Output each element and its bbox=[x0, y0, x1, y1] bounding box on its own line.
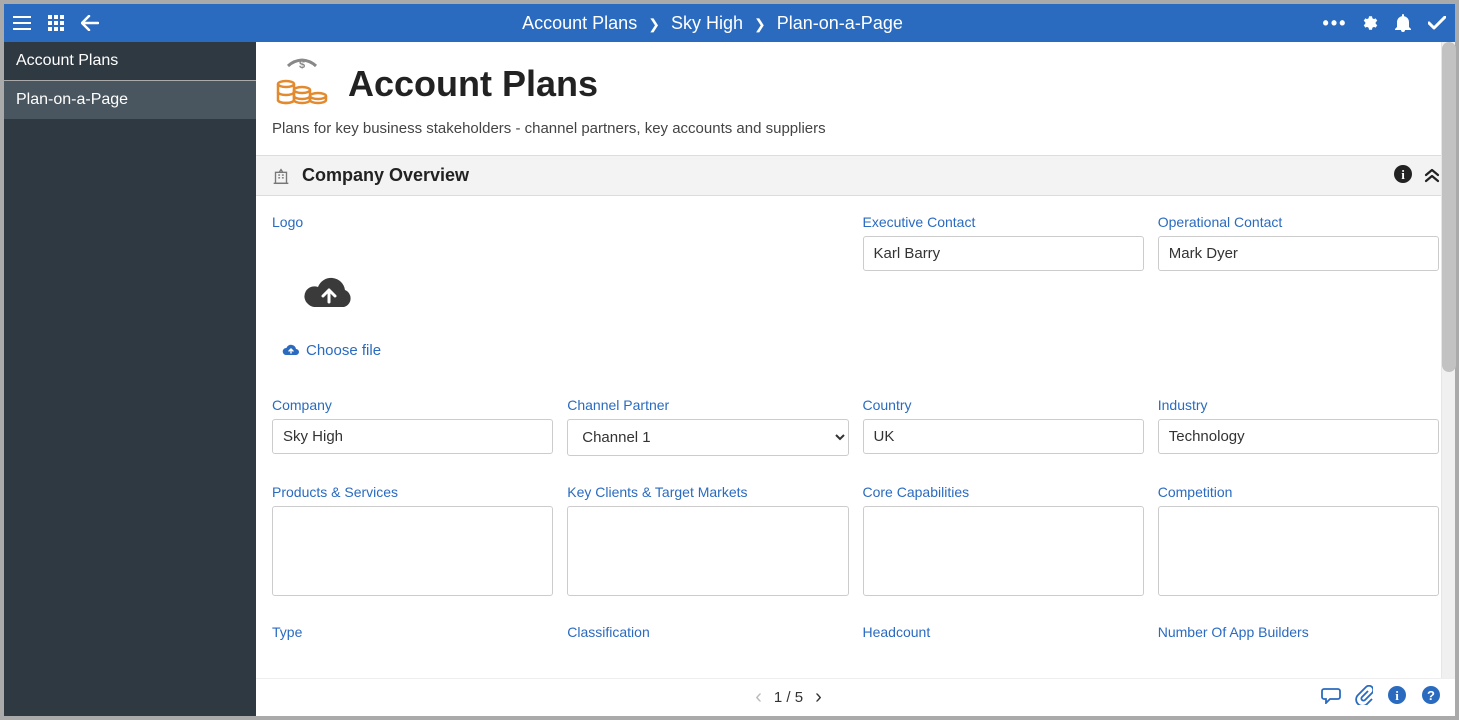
topbar: Account Plans ❯ Sky High ❯ Plan-on-a-Pag… bbox=[4, 4, 1455, 42]
field-operational-contact: Operational Contact bbox=[1158, 214, 1439, 369]
breadcrumb: Account Plans ❯ Sky High ❯ Plan-on-a-Pag… bbox=[100, 13, 1325, 34]
breadcrumb-item-0[interactable]: Account Plans bbox=[522, 13, 637, 33]
app-frame: Account Plans ❯ Sky High ❯ Plan-on-a-Pag… bbox=[0, 0, 1459, 720]
pager-text: 1 / 5 bbox=[774, 689, 803, 706]
input-country[interactable] bbox=[863, 419, 1144, 454]
gear-icon[interactable] bbox=[1359, 13, 1379, 33]
sidebar: Account Plans Plan-on-a-Page bbox=[4, 42, 256, 716]
svg-text:i: i bbox=[1401, 167, 1405, 182]
select-channel-partner[interactable]: Channel 1 bbox=[567, 419, 848, 456]
chevron-right-icon: ❯ bbox=[754, 16, 766, 32]
label-type[interactable]: Type bbox=[272, 624, 553, 640]
pager-next-icon[interactable]: › bbox=[815, 686, 822, 709]
apps-grid-icon[interactable] bbox=[46, 13, 66, 33]
input-operational-contact[interactable] bbox=[1158, 236, 1439, 271]
attachment-icon[interactable] bbox=[1355, 685, 1373, 710]
field-country: Country bbox=[863, 397, 1144, 456]
breadcrumb-item-2[interactable]: Plan-on-a-Page bbox=[777, 13, 903, 33]
input-company[interactable] bbox=[272, 419, 553, 454]
field-competition: Competition bbox=[1158, 484, 1439, 596]
field-type: Type bbox=[272, 624, 553, 646]
field-channel-partner: Channel Partner Channel 1 bbox=[567, 397, 848, 456]
field-logo: Logo Choose file bbox=[272, 214, 849, 369]
svg-text:i: i bbox=[1395, 688, 1399, 703]
textarea-products-services[interactable] bbox=[272, 506, 553, 596]
label-logo[interactable]: Logo bbox=[272, 214, 849, 230]
field-headcount: Headcount bbox=[863, 624, 1144, 646]
label-country[interactable]: Country bbox=[863, 397, 1144, 413]
label-industry[interactable]: Industry bbox=[1158, 397, 1439, 413]
label-key-clients[interactable]: Key Clients & Target Markets bbox=[567, 484, 848, 500]
pager-prev-icon[interactable]: ‹ bbox=[755, 686, 762, 709]
footer-tools: i ? bbox=[1321, 685, 1455, 710]
cloud-icon bbox=[282, 344, 300, 358]
section-header-company-overview: Company Overview i bbox=[256, 155, 1455, 196]
choose-file-button[interactable]: Choose file bbox=[272, 342, 381, 359]
field-app-builders: Number Of App Builders bbox=[1158, 624, 1439, 646]
comment-icon[interactable] bbox=[1321, 686, 1341, 709]
field-classification: Classification bbox=[567, 624, 848, 646]
field-products-services: Products & Services bbox=[272, 484, 553, 596]
upload-dropzone[interactable] bbox=[272, 246, 849, 342]
building-icon bbox=[270, 165, 292, 187]
page-title: Account Plans bbox=[348, 63, 598, 105]
coins-icon: $ bbox=[272, 56, 332, 112]
pager: ‹ 1 / 5 › bbox=[256, 686, 1321, 709]
page-subtitle: Plans for key business stakeholders - ch… bbox=[256, 114, 1455, 155]
field-industry: Industry bbox=[1158, 397, 1439, 456]
field-core-capabilities: Core Capabilities bbox=[863, 484, 1144, 596]
chevron-right-icon: ❯ bbox=[648, 16, 660, 32]
label-competition[interactable]: Competition bbox=[1158, 484, 1439, 500]
collapse-icon[interactable] bbox=[1423, 165, 1441, 186]
textarea-core-capabilities[interactable] bbox=[863, 506, 1144, 596]
label-app-builders[interactable]: Number Of App Builders bbox=[1158, 624, 1439, 640]
sidebar-item-plan-on-a-page[interactable]: Plan-on-a-Page bbox=[4, 81, 256, 119]
scrollbar[interactable] bbox=[1441, 42, 1455, 678]
choose-file-label: Choose file bbox=[306, 342, 381, 359]
cloud-upload-icon bbox=[302, 274, 356, 314]
label-company[interactable]: Company bbox=[272, 397, 553, 413]
sidebar-item-account-plans[interactable]: Account Plans bbox=[4, 42, 256, 81]
field-executive-contact: Executive Contact bbox=[863, 214, 1144, 369]
textarea-competition[interactable] bbox=[1158, 506, 1439, 596]
main-content: $ Account Plans Plans for key business s… bbox=[256, 42, 1455, 716]
info-icon[interactable]: i bbox=[1393, 164, 1413, 187]
label-classification[interactable]: Classification bbox=[567, 624, 848, 640]
input-industry[interactable] bbox=[1158, 419, 1439, 454]
help-icon[interactable]: ? bbox=[1421, 685, 1441, 710]
info-circle-icon[interactable]: i bbox=[1387, 685, 1407, 710]
svg-text:?: ? bbox=[1427, 688, 1435, 703]
page-header: $ Account Plans bbox=[256, 42, 1455, 114]
hamburger-icon[interactable] bbox=[12, 13, 32, 33]
back-arrow-icon[interactable] bbox=[80, 13, 100, 33]
breadcrumb-item-1[interactable]: Sky High bbox=[671, 13, 743, 33]
label-core-capabilities[interactable]: Core Capabilities bbox=[863, 484, 1144, 500]
scrollbar-thumb[interactable] bbox=[1442, 42, 1456, 372]
topbar-right: ••• bbox=[1325, 13, 1447, 33]
topbar-left bbox=[12, 13, 100, 33]
more-icon[interactable]: ••• bbox=[1325, 13, 1345, 33]
label-products-services[interactable]: Products & Services bbox=[272, 484, 553, 500]
field-key-clients: Key Clients & Target Markets bbox=[567, 484, 848, 596]
footer: ‹ 1 / 5 › i ? bbox=[256, 678, 1455, 716]
label-channel-partner[interactable]: Channel Partner bbox=[567, 397, 848, 413]
bell-icon[interactable] bbox=[1393, 13, 1413, 33]
input-executive-contact[interactable] bbox=[863, 236, 1144, 271]
label-executive-contact[interactable]: Executive Contact bbox=[863, 214, 1144, 230]
check-icon[interactable] bbox=[1427, 13, 1447, 33]
field-company: Company bbox=[272, 397, 553, 456]
form-grid: Logo Choose file bbox=[256, 196, 1455, 664]
label-operational-contact[interactable]: Operational Contact bbox=[1158, 214, 1439, 230]
label-headcount[interactable]: Headcount bbox=[863, 624, 1144, 640]
textarea-key-clients[interactable] bbox=[567, 506, 848, 596]
svg-text:$: $ bbox=[299, 59, 305, 71]
section-title: Company Overview bbox=[302, 165, 1383, 186]
